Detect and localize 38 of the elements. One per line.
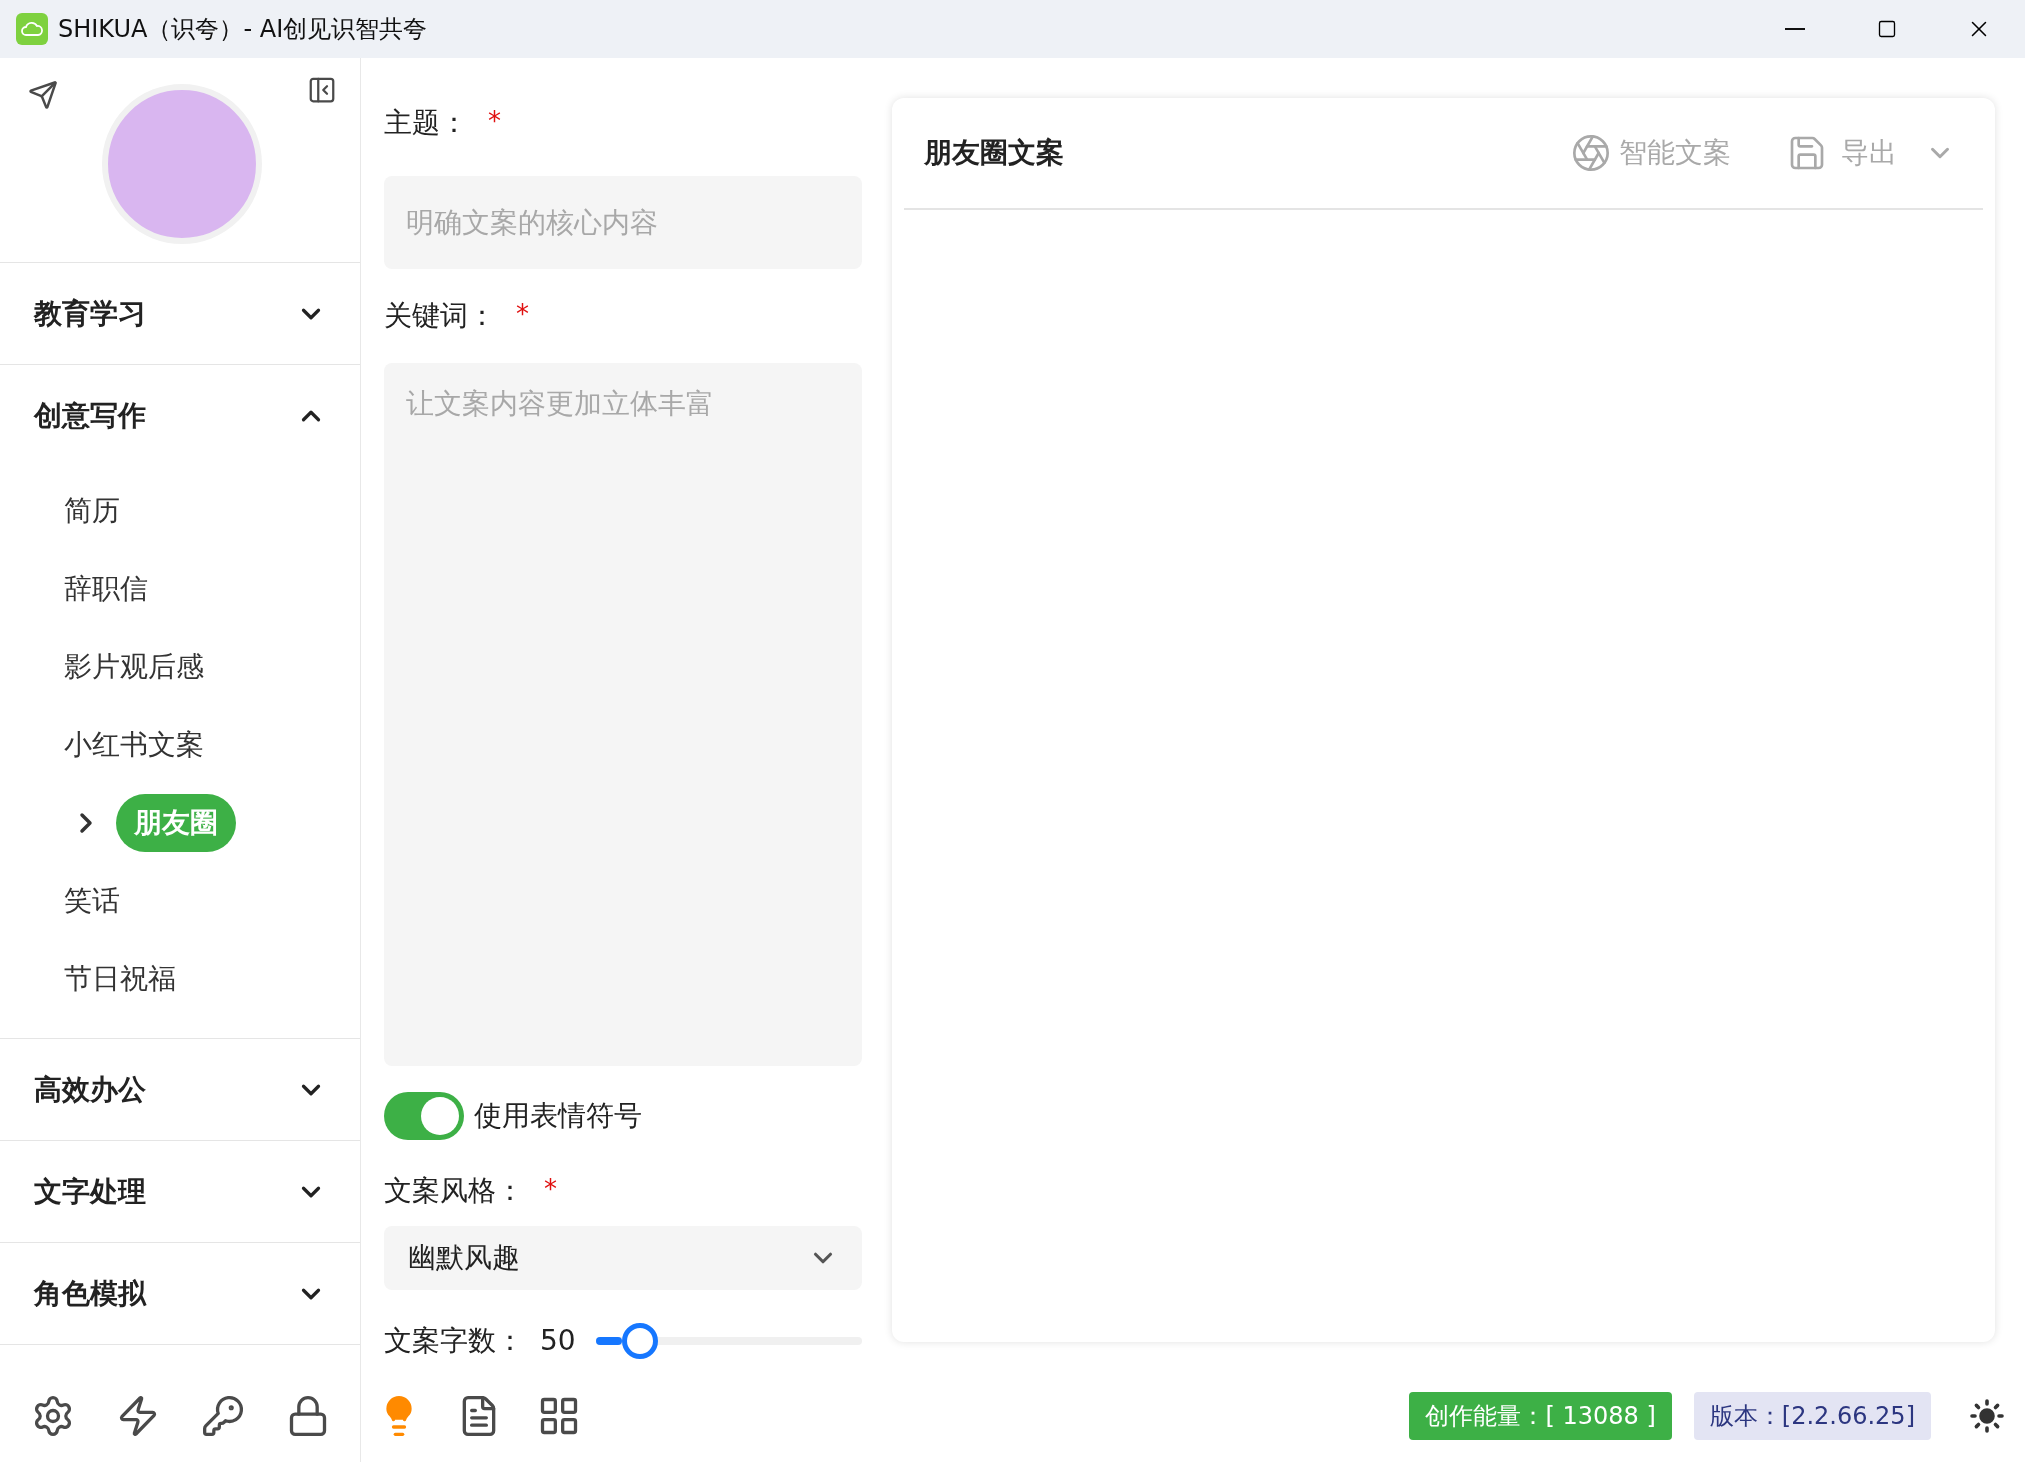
energy-badge: 创作能量：[ 13088 ]	[1409, 1392, 1672, 1440]
window-title: SHIKUA（识夸）- AI创见识智共夸	[58, 14, 428, 45]
slider-thumb[interactable]	[622, 1323, 659, 1359]
slider-reading: 50	[540, 1323, 576, 1359]
field-label: 关键词：	[384, 298, 496, 334]
toggle-label: 使用表情符号	[474, 1098, 642, 1134]
key-icon[interactable]	[200, 1394, 245, 1438]
menu-item[interactable]: 小红书文案	[64, 724, 204, 766]
required-mark: *	[488, 105, 501, 138]
menu-item[interactable]: 影片观后感	[64, 646, 204, 688]
category-header[interactable]: 创意写作	[0, 365, 360, 466]
menu-item[interactable]: 简历	[64, 490, 120, 532]
panel-title: 朋友圈文案	[924, 135, 1064, 171]
field-label: 文案风格：	[384, 1173, 524, 1209]
aperture-icon	[1571, 133, 1611, 173]
menu-item[interactable]: 节日祝福	[64, 958, 176, 1000]
app-logo-icon	[16, 13, 48, 45]
required-mark: *	[516, 298, 529, 331]
field-label: 文案字数：	[384, 1323, 524, 1359]
sun-icon[interactable]	[1969, 1398, 2005, 1434]
style-select[interactable]: 幽默风趣	[384, 1226, 862, 1290]
required-mark: *	[544, 1173, 557, 1206]
toggle-switch[interactable]	[384, 1092, 464, 1140]
menu-item[interactable]: 笑话	[64, 880, 120, 922]
collapse-sidebar-icon[interactable]	[307, 75, 337, 105]
slider[interactable]	[595, 1323, 862, 1359]
minimize-icon	[1785, 28, 1805, 30]
topic-input[interactable]: 明确文案的核心内容	[384, 176, 862, 269]
send-icon[interactable]	[28, 80, 58, 110]
category-header[interactable]: 文字处理	[0, 1141, 360, 1242]
menu-item[interactable]: 辞职信	[64, 568, 148, 610]
keywords-textarea[interactable]: 让文案内容更加立体丰富	[384, 363, 862, 1066]
category-header[interactable]: 教育学习	[0, 263, 360, 364]
version-badge: 版本：[2.2.66.25]	[1693, 1392, 1931, 1440]
maximize-icon	[1877, 19, 1897, 39]
category-header[interactable]: 高效办公	[0, 1039, 360, 1140]
category-header[interactable]: 角色模拟	[0, 1243, 360, 1344]
field-label: 主题：	[384, 105, 468, 141]
